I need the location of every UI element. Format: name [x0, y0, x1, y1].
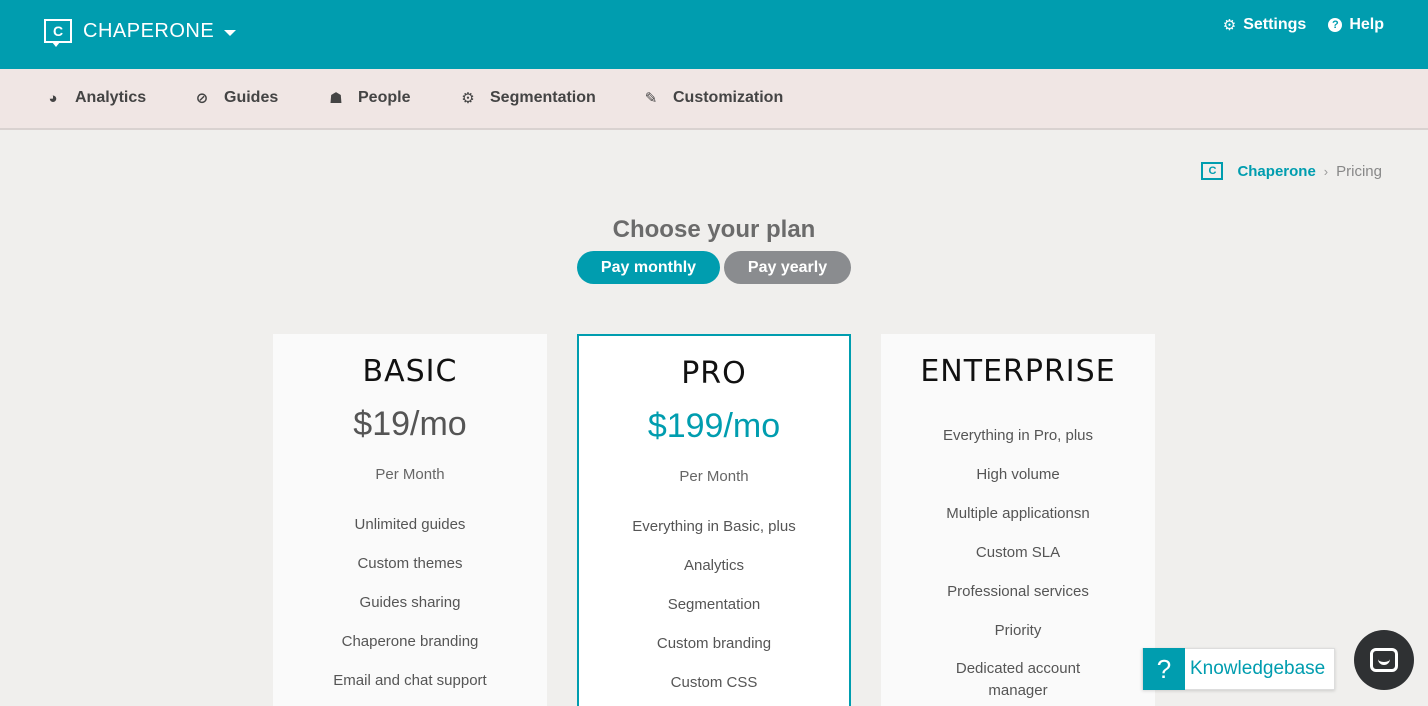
feature-item: Priority — [994, 622, 1042, 639]
gear-icon: ⚙ — [461, 90, 475, 107]
breadcrumb: C Chaperone › Pricing — [1201, 162, 1382, 180]
plan-card-enterprise[interactable]: ENTERPRISE Everything in Pro, plus High … — [881, 334, 1155, 706]
feature-item: Professional services — [947, 583, 1089, 600]
nav-label: People — [358, 89, 411, 106]
plan-period: Per Month — [679, 468, 749, 485]
feature-item: Custom SLA — [975, 544, 1061, 561]
chaperone-logo-icon: C — [1201, 162, 1224, 180]
knowledgebase-button[interactable]: ? Knowledgebase — [1142, 648, 1335, 690]
top-bar: C CHAPERONE ⚙ Settings ? Help — [0, 0, 1428, 69]
nav-item-segmentation[interactable]: ⚙ Segmentation — [459, 89, 596, 107]
feature-item: Guides sharing — [359, 594, 461, 611]
brand-name: CHAPERONE — [83, 19, 215, 42]
feature-list: Everything in Basic, plus Analytics Segm… — [579, 507, 849, 702]
question-circle-icon: ? — [1328, 18, 1343, 32]
chat-icon — [1370, 648, 1398, 672]
brand-switcher[interactable]: C CHAPERONE — [44, 19, 237, 47]
gear-icon: ⚙ — [1222, 16, 1237, 34]
chaperone-logo-icon: C — [44, 19, 72, 47]
pay-yearly-button[interactable]: Pay yearly — [724, 251, 851, 284]
feature-item: Multiple applicationsn — [946, 505, 1090, 522]
nav-label: Analytics — [75, 89, 147, 106]
chevron-down-icon — [224, 29, 237, 36]
chat-launcher-button[interactable] — [1354, 630, 1414, 690]
compass-icon: ⊘ — [195, 90, 209, 107]
knowledgebase-label: Knowledgebase — [1190, 658, 1326, 679]
main-nav: ◕ Analytics ⊘ Guides ☗ People ⚙ Segmenta… — [0, 69, 1428, 130]
billing-toggle: Pay monthly Pay yearly — [577, 251, 851, 284]
feature-item: Everything in Pro, plus — [942, 427, 1094, 444]
feature-item: Custom branding — [656, 635, 772, 652]
help-link[interactable]: ? Help — [1328, 16, 1384, 34]
plan-period: Per Month — [375, 466, 445, 483]
nav-label: Customization — [673, 89, 784, 106]
breadcrumb-current: Pricing — [1336, 162, 1382, 180]
feature-item: Email and chat support — [333, 672, 487, 689]
plan-card-basic[interactable]: BASIC $19/mo Per Month Unlimited guides … — [273, 334, 547, 706]
question-icon: ? — [1143, 648, 1185, 690]
plan-price: $19/mo — [353, 405, 467, 443]
feature-item: Everything in Basic, plus — [632, 518, 796, 535]
feature-list: Unlimited guides Custom themes Guides sh… — [273, 505, 547, 700]
page-title: Choose your plan — [612, 216, 816, 243]
nav-item-guides[interactable]: ⊘ Guides — [193, 89, 279, 107]
users-icon: ☗ — [329, 90, 343, 107]
nav-item-customization[interactable]: ✎ Customization — [642, 89, 784, 107]
settings-label: Settings — [1243, 16, 1307, 33]
nav-item-people[interactable]: ☗ People — [327, 89, 410, 107]
breadcrumb-home-link[interactable]: Chaperone — [1237, 163, 1315, 180]
settings-link[interactable]: ⚙ Settings — [1223, 16, 1307, 34]
feature-item: Segmentation — [667, 596, 761, 613]
feature-item: High volume — [976, 466, 1060, 483]
plan-price: $199/mo — [647, 407, 781, 445]
dashboard-icon: ◕ — [48, 89, 58, 107]
feature-item: Chaperone branding — [341, 633, 479, 650]
pay-monthly-button[interactable]: Pay monthly — [577, 251, 720, 284]
feature-item: Custom CSS — [670, 674, 758, 691]
plan-card-pro[interactable]: PRO $199/mo Per Month Everything in Basi… — [577, 334, 851, 706]
nav-item-analytics[interactable]: ◕ Analytics — [44, 89, 146, 107]
nav-label: Guides — [224, 89, 279, 106]
help-label: Help — [1349, 16, 1384, 33]
feature-list: Everything in Pro, plus High volume Mult… — [881, 416, 1155, 702]
feature-item: Unlimited guides — [354, 516, 466, 533]
pencil-icon: ✎ — [644, 90, 658, 107]
plan-name: BASIC — [362, 354, 458, 389]
feature-item: Custom themes — [357, 555, 463, 572]
nav-label: Segmentation — [490, 89, 596, 106]
top-links: ⚙ Settings ? Help — [1223, 16, 1384, 34]
chevron-right-icon: › — [1323, 163, 1329, 179]
plan-name: ENTERPRISE — [920, 354, 1116, 389]
feature-item: Analytics — [683, 557, 745, 574]
feature-item: Dedicated account manager — [955, 660, 1081, 699]
plan-name: PRO — [681, 356, 747, 391]
